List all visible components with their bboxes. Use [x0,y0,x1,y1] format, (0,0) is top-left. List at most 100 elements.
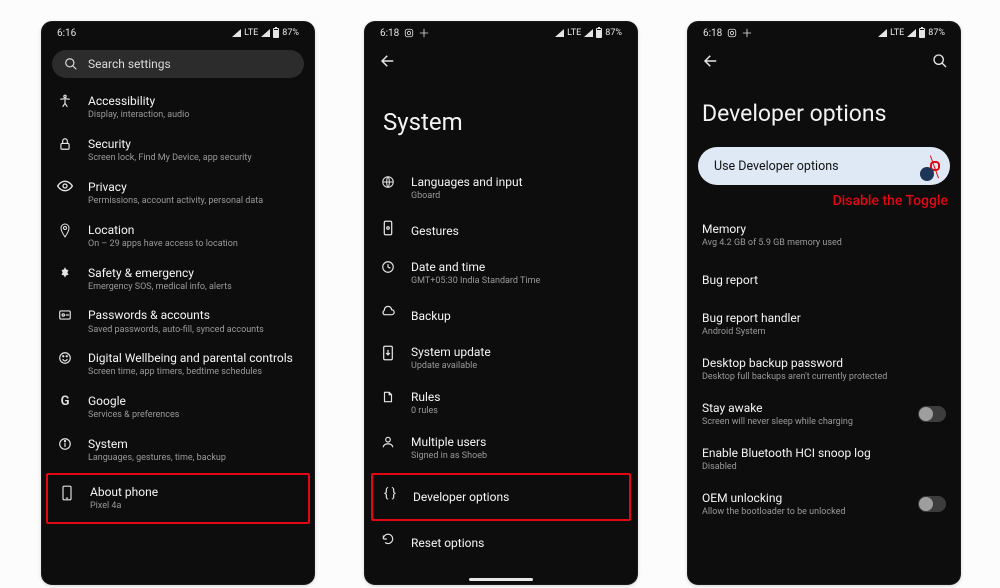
item-title: Backup [411,304,623,328]
toggle-label: Use Developer options [714,159,839,174]
item-title: System [88,436,300,452]
home-indicator[interactable] [469,578,533,581]
item-sub: Services & preferences [88,410,300,422]
signal-icon [878,29,887,37]
phone-developer-options: 6:18 LTE 87% Developer options Use Devel… [688,22,960,584]
top-bar [688,44,960,78]
item-sub: Disabled [702,462,946,474]
item-sub: Permissions, account activity, personal … [88,196,300,208]
status-bar: 6:16 LTE 87% [42,22,314,44]
signal-icon-2 [907,29,916,37]
search-icon [64,57,78,71]
globe-icon [381,175,395,189]
search-placeholder: Search settings [88,57,171,71]
dev-options-list: MemoryAvg 4.2 GB of 5.9 GB memory used B… [688,209,960,526]
back-button[interactable] [377,50,399,72]
status-time: 6:18 [703,28,722,39]
item-title: Privacy [88,179,300,195]
item-title: Gestures [411,219,623,243]
battery-icon [919,28,925,38]
settings-item-safety[interactable]: Safety & emergencyEmergency SOS, medical… [42,258,314,301]
eye-icon [57,180,73,192]
item-title: Accessibility [88,93,300,109]
arrow-left-icon [702,52,720,70]
system-item-backup[interactable]: Backup [365,296,637,336]
signal-icon [555,29,564,37]
system-item-reset[interactable]: Reset options [365,523,637,563]
clock-icon [381,260,395,274]
arrow-left-icon [379,52,397,70]
system-item-gestures[interactable]: Gestures [365,211,637,251]
item-title: Enable Bluetooth HCI snoop log [702,445,946,461]
system-item-datetime[interactable]: Date and timeGMT+05:30 India Standard Ti… [365,251,637,296]
search-icon [932,53,948,69]
settings-item-accessibility[interactable]: AccessibilityDisplay, interaction, audio [42,86,314,129]
item-title: Security [88,136,300,152]
status-net: LTE [244,28,258,38]
settings-item-privacy[interactable]: PrivacyPermissions, account activity, pe… [42,172,314,215]
dev-item-desktop-backup[interactable]: Desktop backup passwordDesktop full back… [688,347,960,392]
signal-icon-2 [584,29,593,37]
braces-icon: { } [384,486,396,501]
back-button[interactable] [700,50,722,72]
dev-item-oem-unlock[interactable]: OEM unlockingAllow the bootloader to be … [688,482,960,527]
item-sub: Desktop full backups aren't currently pr… [702,372,946,384]
item-sub: Update available [411,361,623,373]
dev-item-bt-hci[interactable]: Enable Bluetooth HCI snoop logDisabled [688,437,960,482]
settings-item-passwords[interactable]: Passwords & accounts Saved passwords, aut… [42,300,314,343]
item-title: Passwords & accounts [88,307,300,323]
top-bar [365,44,637,78]
item-title: About phone [90,484,298,500]
page-title: System [365,78,637,162]
system-item-rules[interactable]: Rules0 rules [365,381,637,426]
item-title: Reset options [411,531,623,555]
item-sub: 0 rules [411,406,623,418]
search-button[interactable] [932,53,948,69]
item-title: Date and time [411,259,623,275]
page-title: Developer options [688,78,960,147]
wellbeing-icon [58,351,72,365]
settings-item-location[interactable]: LocationOn – 29 apps have access to loca… [42,215,314,258]
lock-icon [58,137,72,151]
system-item-developer[interactable]: { } Developer options [371,473,631,521]
settings-item-google[interactable]: G GoogleServices & preferences [42,386,314,429]
annotation-text: Disable the Toggle [833,193,948,209]
toggle-highlight [930,161,940,171]
system-item-languages[interactable]: Languages and inputGboard [365,166,637,211]
cloud-icon [380,305,396,317]
dev-item-stay-awake[interactable]: Stay awakeScreen will never sleep while … [688,392,960,437]
search-input[interactable]: Search settings [52,50,304,78]
reset-icon [381,532,395,546]
settings-item-wellbeing[interactable]: Digital Wellbeing and parental controlsS… [42,343,314,386]
use-developer-options-toggle-card[interactable]: Use Developer options [698,147,950,185]
item-sub: Avg 4.2 GB of 5.9 GB memory used [702,238,946,250]
item-title: Developer options [413,485,621,509]
misc-status-icon [419,28,429,38]
item-sub: Languages, gestures, time, backup [88,453,300,465]
item-sub: Signed in as Shoeb [411,451,623,463]
settings-item-security[interactable]: SecurityScreen lock, Find My Device, app… [42,129,314,172]
settings-item-system[interactable]: SystemLanguages, gestures, time, backup [42,429,314,472]
signal-icon-2 [261,29,270,37]
oem-unlock-switch[interactable] [918,496,946,512]
item-sub: Saved passwords, auto-fill, synced accou… [88,325,300,337]
item-sub: Allow the bootloader to be unlocked [702,507,918,519]
system-item-update[interactable]: System updateUpdate available [365,336,637,381]
status-batt: 87% [605,28,622,38]
settings-item-about-phone[interactable]: About phonePixel 4a [46,473,310,524]
status-time: 6:16 [57,28,76,39]
phone-settings: 6:16 LTE 87% Search settings Accessibili… [42,22,314,584]
medical-icon [58,266,72,280]
item-title: System update [411,344,623,360]
accessibility-icon [58,94,72,108]
stay-awake-switch[interactable] [918,406,946,422]
dev-item-bugreport[interactable]: Bug report [688,258,960,302]
system-item-users[interactable]: Multiple usersSigned in as Shoeb [365,426,637,471]
item-sub: Gboard [411,191,623,203]
item-title: Languages and input [411,174,623,190]
phone-system: 6:18 LTE 87% System Languages and inputG… [365,22,637,584]
dev-item-memory[interactable]: MemoryAvg 4.2 GB of 5.9 GB memory used [688,213,960,258]
dev-item-bugreport-handler[interactable]: Bug report handlerAndroid System [688,302,960,347]
system-update-icon [382,345,394,361]
instagram-icon [404,28,414,38]
